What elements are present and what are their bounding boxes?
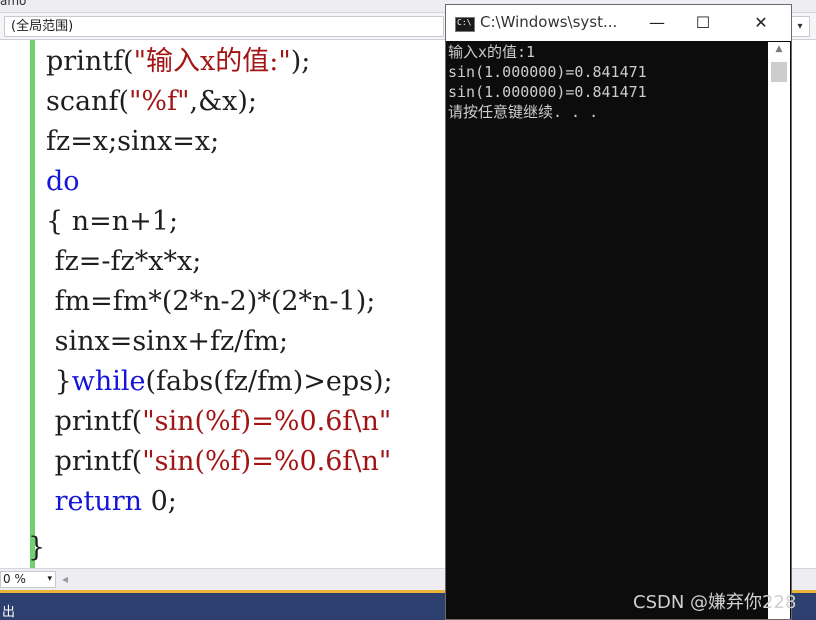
minimize-button[interactable]: — (634, 9, 680, 37)
window-title-fragment: amo (0, 0, 27, 8)
close-button[interactable]: ✕ (738, 9, 784, 37)
console-window[interactable]: C:\ C:\Windows\syst... — ☐ ✕ 输入x的值:1 sin(… (445, 4, 792, 620)
chevron-down-icon: ▾ (47, 574, 52, 584)
code-string: "sin(%f)=%0.6f\n" (142, 406, 392, 437)
zoom-dropdown[interactable]: 0 % ▾ (0, 571, 56, 588)
console-title: C:\Windows\syst... (480, 13, 618, 31)
code-line: }while(fabs(fz/fm)>eps); (46, 362, 393, 402)
console-output-line: 请按任意键继续. . . (448, 103, 599, 121)
code-text: { n=n+1; (46, 206, 179, 237)
code-line: { n=n+1; (46, 202, 178, 242)
code-line: return 0; (46, 482, 177, 522)
code-text: fz=x;sinx=x; (46, 126, 220, 157)
code-line: printf("输入x的值:"); (46, 42, 310, 82)
console-output-line: sin(1.000000)=0.841471 (448, 63, 647, 81)
code-line: fz=-fz*x*x; (46, 242, 202, 282)
code-text: fm=fm*(2*n-2)*(2*n-1); (46, 286, 376, 317)
code-line: sinx=sinx+fz/fm; (46, 322, 288, 362)
closing-brace: } (28, 532, 46, 563)
code-text: fz=-fz*x*x; (46, 246, 202, 277)
console-icon-text: C:\ (457, 18, 472, 27)
code-string: "输入x的值:" (133, 46, 291, 77)
console-app-icon: C:\ (455, 17, 475, 32)
code-text: ,&x); (189, 86, 257, 117)
code-text: } (46, 366, 72, 397)
code-line: do (46, 162, 80, 202)
console-output-line: 输入x的值:1 (448, 43, 536, 61)
code-line: printf("sin(%f)=%0.6f\n" (46, 402, 392, 442)
member-dropdown-arrow[interactable]: ▾ (790, 16, 810, 37)
console-scrollbar[interactable]: ▲ (768, 42, 790, 619)
code-text: printf( (46, 46, 134, 77)
maximize-button[interactable]: ☐ (680, 9, 726, 37)
change-tracking-bar (30, 40, 35, 568)
code-text: (fabs(fz/fm)>eps); (145, 366, 393, 397)
code-line: fm=fm*(2*n-2)*(2*n-1); (46, 282, 376, 322)
console-output-line: sin(1.000000)=0.841471 (448, 83, 647, 101)
output-tab[interactable]: 出 (2, 601, 15, 620)
console-titlebar[interactable]: C:\ C:\Windows\syst... — ☐ ✕ (446, 5, 791, 41)
code-line: printf("sin(%f)=%0.6f\n" (46, 442, 392, 482)
code-keyword: do (46, 166, 80, 197)
code-string: "sin(%f)=%0.6f\n" (142, 446, 392, 477)
code-text: printf( (46, 446, 143, 477)
code-line: scanf("%f",&x); (46, 82, 257, 122)
scroll-left-icon[interactable]: ◂ (62, 572, 68, 586)
scroll-up-icon[interactable]: ▲ (768, 44, 790, 58)
code-text: sinx=sinx+fz/fm; (46, 326, 289, 357)
scope-dropdown[interactable]: (全局范围) (4, 16, 444, 37)
scroll-thumb[interactable] (771, 62, 787, 82)
console-output: 输入x的值:1 sin(1.000000)=0.841471 sin(1.00000… (448, 42, 768, 122)
code-line: fz=x;sinx=x; (46, 122, 219, 162)
editor-gutter (0, 40, 30, 568)
zoom-value: 0 % (3, 572, 26, 586)
code-text: printf( (46, 406, 143, 437)
code-text: 0; (142, 486, 177, 517)
code-keyword: return (54, 486, 143, 517)
watermark: CSDN @嫌弃你228 (633, 592, 797, 613)
code-text: ); (290, 46, 311, 77)
code-string: "%f" (129, 86, 190, 117)
code-text: scanf( (46, 86, 129, 117)
code-keyword: while (71, 366, 146, 397)
